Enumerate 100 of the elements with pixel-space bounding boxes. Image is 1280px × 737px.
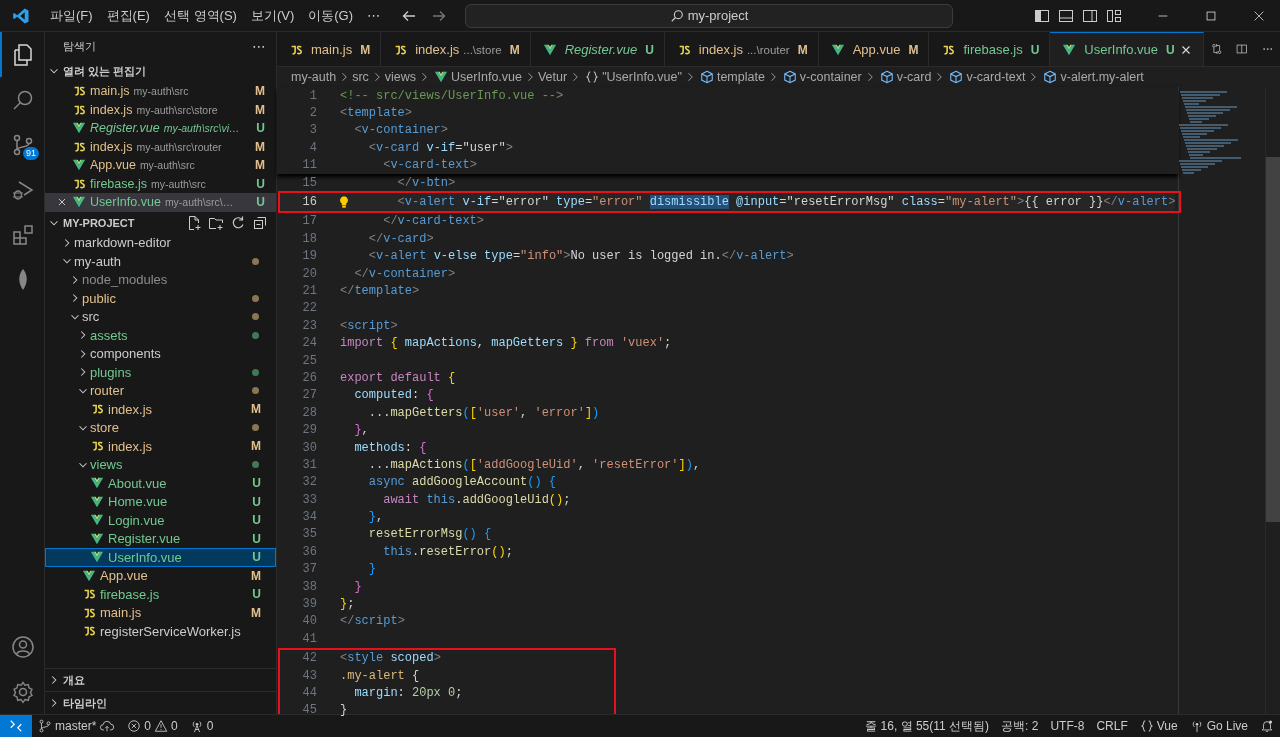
compare-changes-icon[interactable] bbox=[1210, 41, 1223, 57]
tree-item[interactable]: index.js M bbox=[45, 437, 276, 456]
file-path: my-auth\src bbox=[151, 177, 206, 190]
tree-item[interactable]: src bbox=[45, 307, 276, 326]
secondary-sidebar-icon[interactable] bbox=[1082, 7, 1098, 24]
file-name: Register.vue bbox=[90, 121, 160, 136]
status-item[interactable]: CRLF bbox=[1090, 719, 1134, 733]
open-editor-item[interactable]: main.js my-auth\src M bbox=[45, 82, 276, 101]
menu-item[interactable]: 파일(F) bbox=[43, 3, 100, 28]
breadcrumb-item[interactable]: v-container bbox=[799, 70, 862, 84]
lightbulb-icon[interactable] bbox=[337, 195, 351, 210]
tree-item[interactable]: components bbox=[45, 344, 276, 363]
cloud-upload-icon[interactable] bbox=[99, 719, 116, 733]
tree-item[interactable]: firebase.js U bbox=[45, 585, 276, 604]
open-editor-item[interactable]: index.js my-auth\src\store M bbox=[45, 100, 276, 119]
tree-item[interactable]: About.vue U bbox=[45, 474, 276, 493]
cube-icon bbox=[782, 70, 797, 84]
line-number: 28 bbox=[301, 405, 317, 420]
problems-button[interactable]: 0 0 bbox=[121, 719, 184, 733]
search-field[interactable]: my-project bbox=[465, 3, 954, 28]
open-editor-item[interactable]: Register.vue my-auth\src\vi… U bbox=[45, 119, 276, 138]
file-name: assets bbox=[90, 327, 128, 343]
tree-item[interactable]: registerServiceWorker.js bbox=[45, 622, 276, 641]
language-button[interactable]: Vue bbox=[1133, 719, 1184, 733]
go-live-button[interactable]: Go Live bbox=[1183, 719, 1254, 733]
breadcrumb-item[interactable]: v-alert.my-alert bbox=[1060, 70, 1144, 84]
tab-description: ...\store bbox=[463, 43, 502, 56]
breadcrumb-item[interactable]: UserInfo.vue bbox=[451, 70, 522, 84]
open-editor-item[interactable]: index.js my-auth\src\router M bbox=[45, 137, 276, 156]
new-file-icon[interactable] bbox=[186, 214, 202, 231]
breadcrumb-item[interactable]: template bbox=[716, 70, 765, 84]
tree-item[interactable]: node_modules bbox=[45, 270, 276, 289]
git-status: U bbox=[256, 121, 265, 136]
editor-tab[interactable]: Register.vue U bbox=[530, 32, 665, 66]
status-item[interactable]: 공백: 2 bbox=[995, 717, 1045, 735]
code-line: <template> bbox=[340, 106, 412, 121]
tree-item[interactable]: my-auth bbox=[45, 252, 276, 271]
tree-item[interactable]: UserInfo.vue U bbox=[45, 548, 276, 567]
scrollbar-thumb[interactable] bbox=[1266, 157, 1280, 522]
status-item[interactable]: UTF-8 bbox=[1044, 719, 1091, 733]
remote-button[interactable] bbox=[0, 715, 32, 737]
tree-item[interactable]: Register.vue U bbox=[45, 529, 276, 548]
open-editor-item[interactable]: firebase.js my-auth\src U bbox=[45, 174, 276, 193]
status-item[interactable]: 줄 16, 열 55(11 선택됨) bbox=[859, 717, 996, 735]
file-name: my-auth bbox=[74, 253, 121, 269]
editor-tab[interactable]: App.vue M bbox=[818, 32, 930, 66]
tree-item[interactable]: public bbox=[45, 289, 276, 308]
breadcrumb-item[interactable]: v-card-text bbox=[966, 70, 1026, 84]
refresh-icon[interactable] bbox=[230, 214, 246, 231]
breadcrumb-item[interactable]: v-card bbox=[896, 70, 932, 84]
menu-item[interactable]: 선택 영역(S) bbox=[156, 3, 244, 28]
editor-tab[interactable]: main.js M bbox=[277, 32, 382, 66]
section-header[interactable]: 개요 bbox=[45, 668, 276, 691]
breadcrumb-item[interactable]: my-auth bbox=[291, 70, 337, 84]
layout-icon[interactable] bbox=[1106, 7, 1122, 24]
section-header[interactable]: 열려 있는 편집기 bbox=[45, 60, 276, 82]
vue-file-icon bbox=[1062, 42, 1077, 57]
tree-item[interactable]: assets bbox=[45, 326, 276, 345]
tree-item[interactable]: store bbox=[45, 418, 276, 437]
tree-item[interactable]: Home.vue U bbox=[45, 492, 276, 511]
tree-item[interactable]: plugins bbox=[45, 363, 276, 382]
editor-tab[interactable]: index.js ...\store M bbox=[381, 32, 531, 66]
panel-toggle-icon[interactable] bbox=[1058, 7, 1074, 24]
breadcrumb-item[interactable]: "UserInfo.vue" bbox=[602, 70, 682, 84]
file-name: firebase.js bbox=[100, 586, 160, 602]
section-header[interactable]: MY-PROJECT bbox=[45, 211, 276, 234]
menu-item[interactable]: 이동(G) bbox=[301, 3, 361, 28]
count-badge: 91 bbox=[23, 147, 39, 160]
maximize-icon[interactable] bbox=[1204, 8, 1218, 23]
split-editor-icon[interactable] bbox=[1236, 41, 1248, 57]
tree-item[interactable]: Login.vue U bbox=[45, 511, 276, 530]
tree-item[interactable]: views bbox=[45, 455, 276, 474]
breadcrumb-item[interactable]: views bbox=[384, 70, 417, 84]
error-icon bbox=[127, 719, 142, 733]
breadcrumb-item[interactable]: src bbox=[352, 70, 369, 84]
collapse-all-icon[interactable] bbox=[252, 214, 268, 231]
code-line: async addGoogleAccount() { bbox=[367, 475, 557, 490]
activity-item[interactable]: 91 bbox=[0, 122, 44, 167]
vue-file-icon bbox=[434, 70, 449, 84]
ports-button[interactable]: 0 bbox=[183, 719, 220, 733]
tree-item[interactable]: App.vue M bbox=[45, 566, 276, 585]
sidebar-toggle-icon[interactable] bbox=[1034, 7, 1050, 24]
more-actions-button[interactable]: ⋯ bbox=[252, 38, 266, 54]
menu-item[interactable]: 보기(V) bbox=[243, 3, 302, 28]
tree-item[interactable]: main.js M bbox=[45, 603, 276, 622]
menu-item[interactable]: ⋯ bbox=[360, 5, 388, 26]
editor-tab[interactable]: UserInfo.vue U bbox=[1050, 32, 1204, 66]
breadcrumb-item[interactable]: Vetur bbox=[537, 70, 568, 84]
open-editor-item[interactable]: App.vue my-auth\src M bbox=[45, 156, 276, 175]
editor-tab[interactable]: index.js ...\router M bbox=[664, 32, 819, 66]
git-status: M bbox=[360, 42, 371, 57]
tree-item[interactable]: router bbox=[45, 381, 276, 400]
line-number: 2 bbox=[308, 106, 317, 121]
open-editor-item[interactable]: UserInfo.vue my-auth\src\… U bbox=[45, 193, 276, 212]
tree-item[interactable]: markdown-editor bbox=[45, 233, 276, 252]
code-line: computed: { bbox=[353, 388, 434, 403]
code-line: resetErrorMsg() { bbox=[367, 527, 492, 542]
branch-button[interactable]: master* bbox=[32, 719, 122, 733]
tree-item[interactable]: index.js M bbox=[45, 400, 276, 419]
menu-item[interactable]: 편집(E) bbox=[99, 3, 157, 28]
